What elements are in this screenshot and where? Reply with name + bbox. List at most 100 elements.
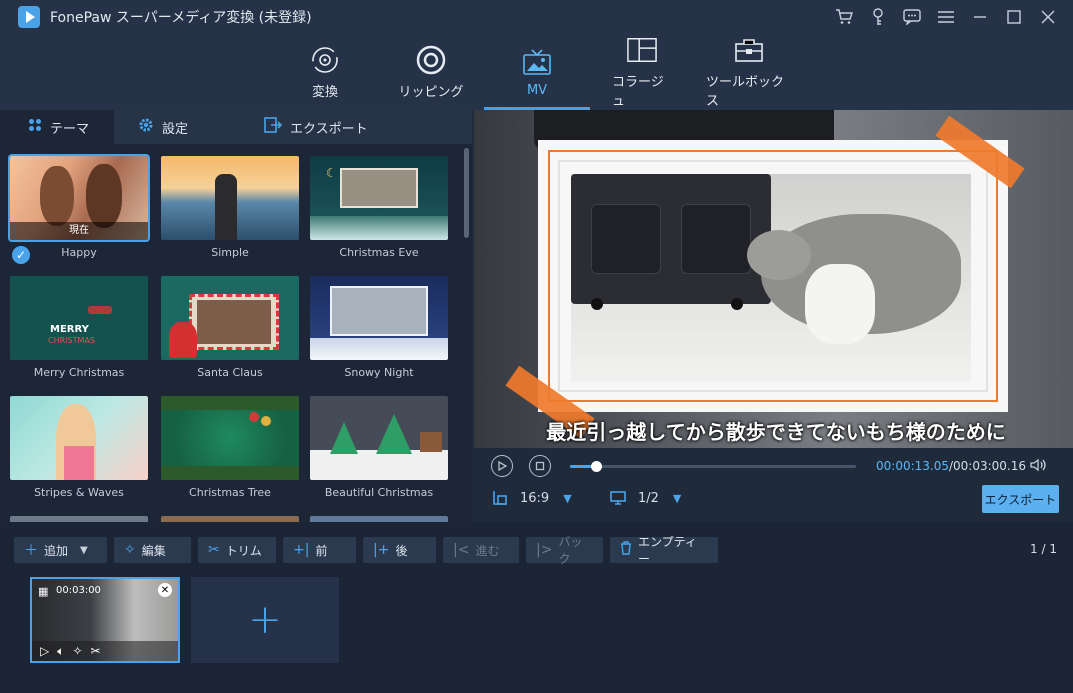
key-icon[interactable] xyxy=(861,0,895,34)
chat-icon[interactable] xyxy=(895,0,929,34)
back-icon: |> xyxy=(536,542,553,558)
theme-thumbnail xyxy=(310,276,448,360)
insert-before-icon: +| xyxy=(293,542,310,558)
cart-icon[interactable] xyxy=(827,0,861,34)
chevron-down-icon: ▼ xyxy=(563,491,572,505)
total-time: /00:03:00.16 xyxy=(948,459,1027,473)
screen-value: 1/2 xyxy=(638,490,659,506)
theme-item-santa-claus[interactable]: Santa Claus xyxy=(161,276,299,379)
volume-icon[interactable] xyxy=(1030,458,1048,476)
edit-button[interactable]: ✧ 編集 xyxy=(114,537,191,563)
scissors-icon[interactable]: ✂ xyxy=(91,644,101,658)
clip-duration: 00:03:00 xyxy=(56,585,101,596)
tab-export[interactable]: エクスポート xyxy=(250,110,390,144)
scrollbar-thumb[interactable] xyxy=(464,148,469,238)
nav-item-mv[interactable]: MV xyxy=(484,34,590,110)
theme-thumbnail xyxy=(161,156,299,240)
export-icon xyxy=(264,117,283,137)
video-preview: 最近引っ越してから散歩できてないもち様のために xyxy=(474,110,1073,448)
theme-item-christmas-tree[interactable]: Christmas Tree xyxy=(161,396,299,499)
tab-theme[interactable]: テーマ xyxy=(0,110,114,144)
volume-icon[interactable]: 🔈︎ xyxy=(57,644,64,659)
grid-icon xyxy=(28,118,42,136)
nav-item-convert[interactable]: 変換 xyxy=(296,34,354,110)
collage-icon xyxy=(627,35,657,65)
disc-icon xyxy=(416,45,446,75)
theme-thumbnail xyxy=(310,396,448,480)
title-bar: FonePaw スーパーメディア変換 (未登録) xyxy=(0,0,1073,34)
chevron-down-icon: ▼ xyxy=(80,544,88,556)
move-backward-button[interactable]: |+ 後 xyxy=(363,537,436,563)
clip-remove-icon[interactable]: ✕ xyxy=(158,583,172,597)
nav-item-toolbox[interactable]: ツールボックス xyxy=(706,34,792,110)
theme-item-snowy-night[interactable]: Snowy Night xyxy=(310,276,448,379)
theme-thumbnail xyxy=(161,396,299,480)
theme-item-beautiful-christmas[interactable]: Beautiful Christmas xyxy=(310,396,448,499)
aspect-ratio-icon xyxy=(492,490,508,506)
close-icon[interactable] xyxy=(1031,0,1065,34)
scissors-icon: ✂ xyxy=(208,542,220,558)
screen-selector[interactable]: 1/2 ▼ xyxy=(610,490,681,506)
theme-thumbnail: MERRY CHRISTMAS xyxy=(10,276,148,360)
plus-icon: ＋ xyxy=(24,543,38,559)
empty-button[interactable]: エンプティー xyxy=(610,535,718,566)
minimize-icon[interactable] xyxy=(963,0,997,34)
theme-grid: 現在 Happy ✓ Simple ☾ Christmas Eve MERRY … xyxy=(0,154,462,522)
progress-knob[interactable] xyxy=(590,461,602,472)
player-controls: 00:00:13.05/00:03:00.16 16:9 ▼ 1/2 ▼ エクス… xyxy=(474,448,1073,522)
theme-item-merry-christmas[interactable]: MERRY CHRISTMAS Merry Christmas xyxy=(10,276,148,379)
stop-icon xyxy=(535,461,545,471)
move-forward-button[interactable]: +| 前 xyxy=(283,537,356,563)
timeline-clip[interactable]: ▦ 00:03:00 ✕ ▷ 🔈︎ ✧ ✂ xyxy=(30,577,180,663)
sub-tabs: テーマ 設定 エクスポート xyxy=(0,110,472,144)
play-icon xyxy=(498,461,507,471)
insert-after-icon: |+ xyxy=(373,542,390,558)
aspect-ratio-value: 16:9 xyxy=(520,490,550,506)
forward-icon: |< xyxy=(453,542,470,558)
nav-item-ripping[interactable]: リッピング xyxy=(396,34,466,110)
nav-item-collage[interactable]: コラージュ xyxy=(612,34,672,110)
theme-item-stripes-waves[interactable]: Stripes & Waves xyxy=(10,396,148,499)
video-frame xyxy=(571,174,971,382)
window-controls xyxy=(827,0,1065,34)
progress-slider[interactable] xyxy=(570,461,856,472)
maximize-icon[interactable] xyxy=(997,0,1031,34)
theme-item-happy[interactable]: 現在 Happy xyxy=(8,154,150,259)
main-nav: 変換 リッピング MV コラージュ ツールボックス xyxy=(0,34,1073,110)
current-badge: 現在 xyxy=(10,222,148,240)
video-subtitle: 最近引っ越してから散歩できてないもち様のために xyxy=(546,420,1006,444)
toolbox-icon xyxy=(734,35,764,65)
theme-thumbnail xyxy=(161,276,299,360)
play-button[interactable] xyxy=(491,455,513,477)
theme-thumbnail: ☾ xyxy=(310,156,448,240)
page-count: 1 / 1 xyxy=(1030,542,1057,556)
theme-panel: テーマ 設定 エクスポート 現在 Happy ✓ Simple ☾ Christ… xyxy=(0,110,472,522)
add-button[interactable]: ＋ 追加 ▼ xyxy=(14,537,107,563)
theme-scrollbar[interactable] xyxy=(462,144,470,522)
film-icon: ▦ xyxy=(38,585,49,598)
theme-item-simple[interactable]: Simple xyxy=(161,156,299,259)
mv-icon xyxy=(522,47,552,77)
convert-icon xyxy=(310,45,340,75)
aspect-ratio-selector[interactable]: 16:9 ▼ xyxy=(492,490,572,506)
theme-thumbnail: 現在 xyxy=(8,154,150,242)
play-icon[interactable]: ▷ xyxy=(40,644,49,658)
tab-settings[interactable]: 設定 xyxy=(114,110,250,144)
stop-button[interactable] xyxy=(529,455,551,477)
trash-icon xyxy=(620,541,632,559)
export-button[interactable]: エクスポート xyxy=(982,485,1059,513)
chevron-down-icon: ▼ xyxy=(672,491,682,505)
time-display: 00:00:13.05/00:03:00.16 xyxy=(876,459,1026,473)
timeline-area: ＋ 追加 ▼ ✧ 編集 ✂ トリム +| 前 |+ 後 |< 進む |> バック xyxy=(0,522,1073,693)
monitor-icon xyxy=(610,490,626,506)
menu-icon[interactable] xyxy=(929,0,963,34)
theme-item-christmas-eve[interactable]: ☾ Christmas Eve xyxy=(310,156,448,259)
add-clip-slot[interactable]: + xyxy=(191,577,339,663)
selected-check-icon: ✓ xyxy=(12,246,30,264)
app-title: FonePaw スーパーメディア変換 (未登録) xyxy=(50,10,312,26)
magic-wand-icon[interactable]: ✧ xyxy=(72,644,82,658)
back-button[interactable]: |> バック xyxy=(526,535,603,566)
advance-button[interactable]: |< 進む xyxy=(443,537,519,563)
trim-button[interactable]: ✂ トリム xyxy=(198,537,276,563)
plus-icon: + xyxy=(248,597,282,643)
